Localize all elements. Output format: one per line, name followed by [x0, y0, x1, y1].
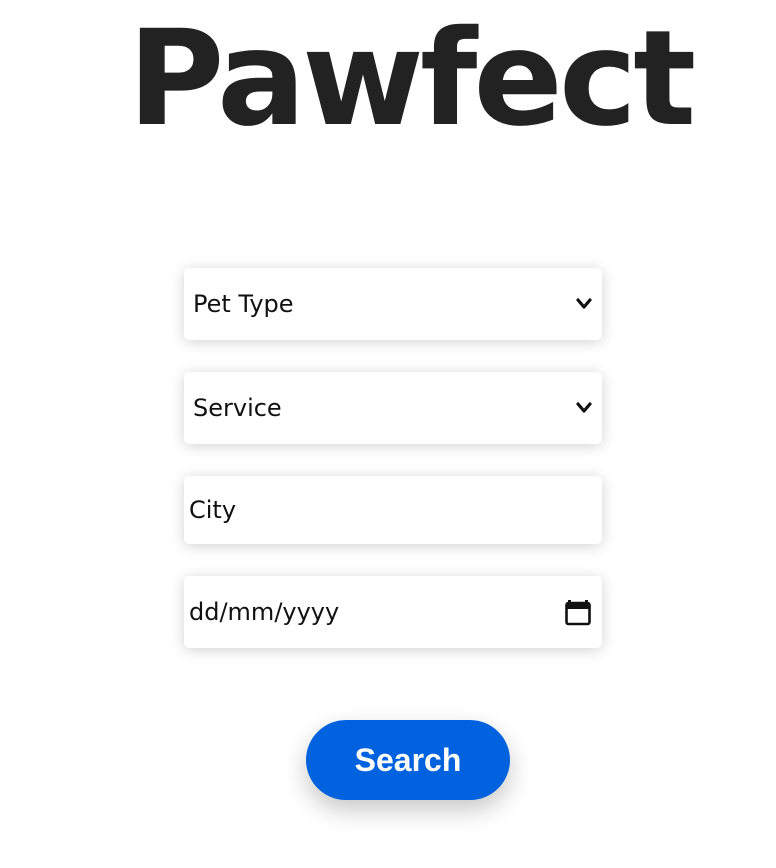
city-input[interactable]: City — [184, 476, 602, 544]
app-title: Pawfect — [127, 2, 697, 156]
pet-type-label: Pet Type — [193, 290, 294, 318]
pet-type-select[interactable]: Pet Type — [184, 268, 602, 340]
page: Pawfect Pet Type Service City dd/mm/yyyy… — [0, 0, 776, 868]
date-placeholder: dd/mm/yyyy — [189, 598, 340, 626]
search-button[interactable]: Search — [306, 720, 510, 800]
service-label: Service — [193, 394, 282, 422]
service-select[interactable]: Service — [184, 372, 602, 444]
city-placeholder: City — [189, 496, 237, 524]
chevron-down-icon — [576, 402, 592, 413]
chevron-down-icon — [576, 298, 592, 309]
date-input[interactable]: dd/mm/yyyy — [184, 576, 602, 648]
calendar-icon[interactable] — [565, 598, 591, 626]
